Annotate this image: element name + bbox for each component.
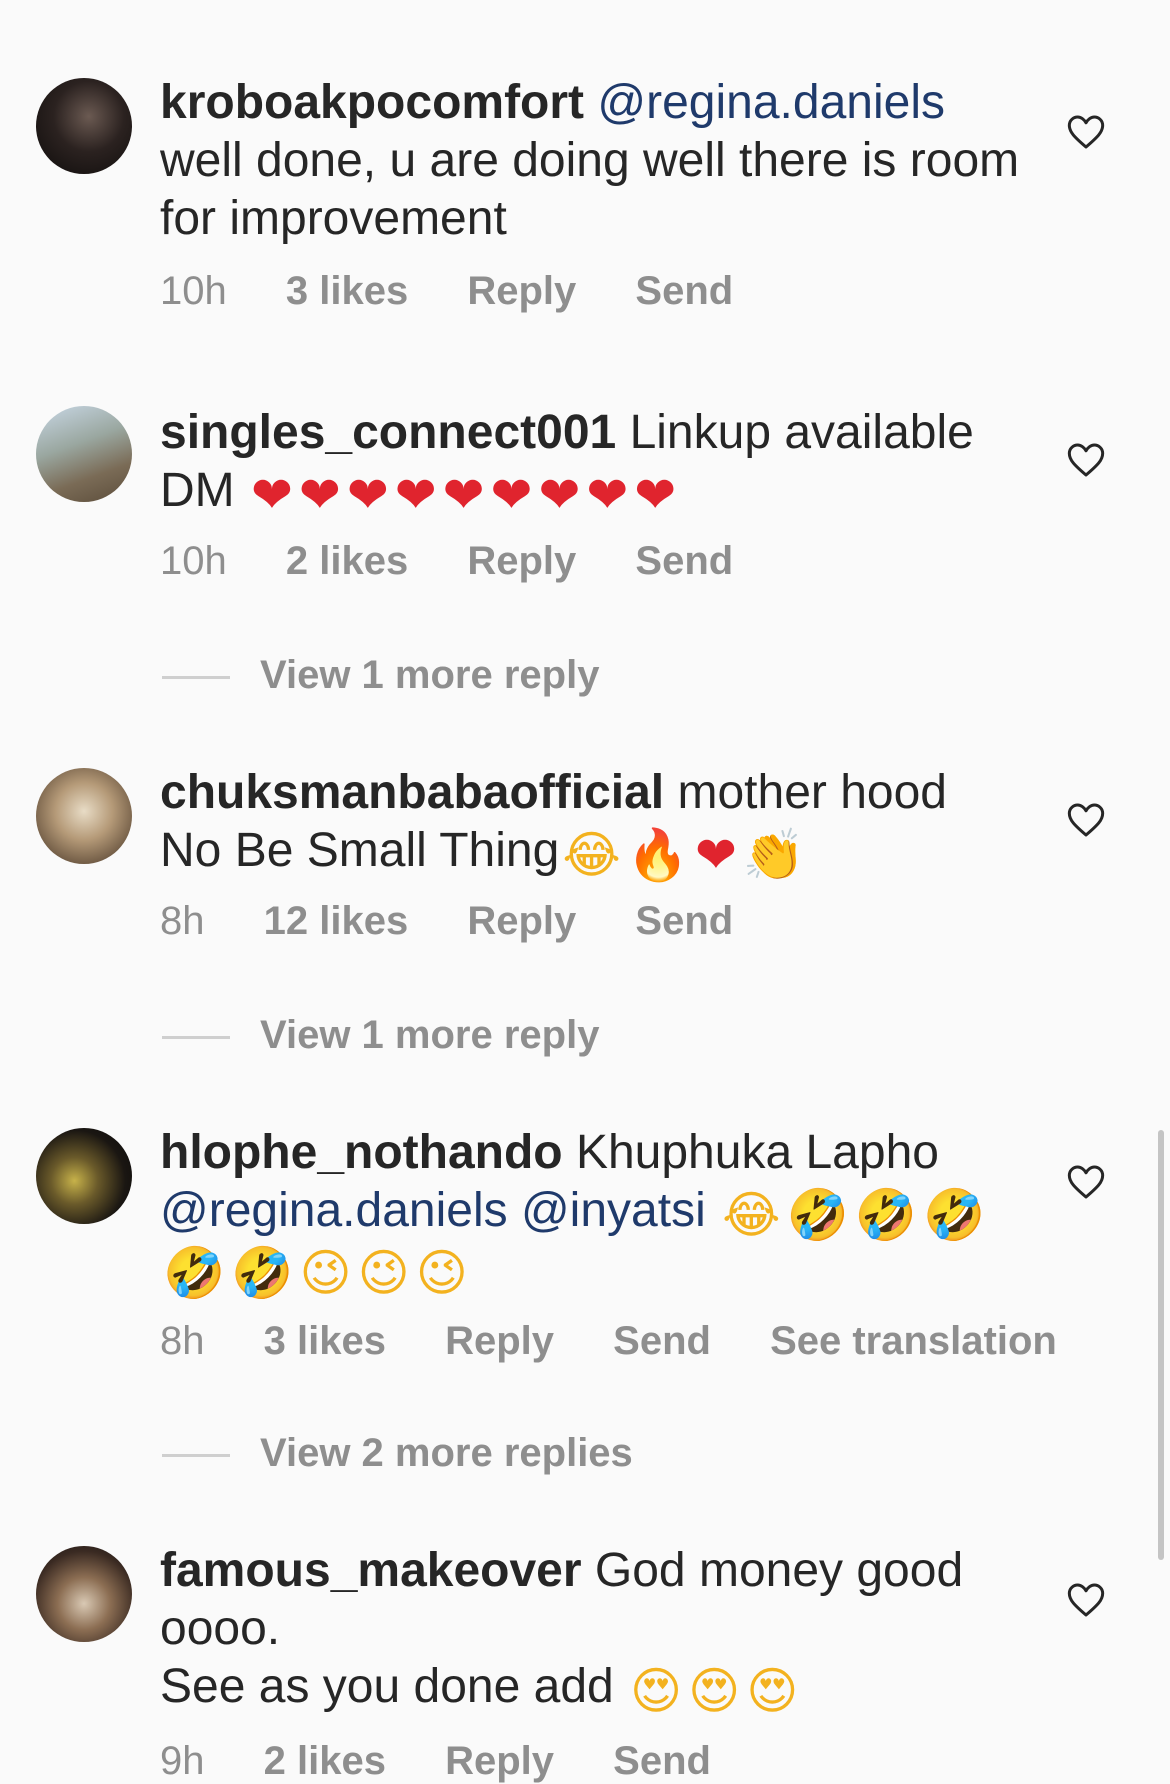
likes-count[interactable]: 12 likes (264, 899, 409, 943)
send-button[interactable]: Send (635, 539, 733, 583)
likes-count[interactable]: 3 likes (264, 1319, 386, 1363)
heart-emoji: ❤ (298, 466, 341, 524)
view-more-label: View 1 more reply (260, 653, 600, 697)
heart-emoji: ❤ (695, 826, 737, 884)
comment-time: 9h (160, 1739, 205, 1783)
likes-count[interactable]: 2 likes (264, 1739, 386, 1783)
reply-button[interactable]: Reply (467, 899, 576, 943)
avatar[interactable] (36, 1128, 132, 1224)
mention-link[interactable]: @regina.daniels (160, 1184, 508, 1237)
avatar[interactable] (36, 78, 132, 174)
heart-emoji: ❤ (538, 466, 581, 524)
reply-button[interactable]: Reply (467, 269, 576, 313)
avatar[interactable] (36, 768, 132, 864)
rofl-emoji: 🤣 (923, 1186, 986, 1244)
avatar[interactable] (36, 406, 132, 502)
reply-button[interactable]: Reply (445, 1739, 554, 1783)
rofl-emoji: 🤣 (231, 1244, 294, 1302)
heart-emoji: ❤ (442, 466, 485, 524)
comment-text: hlophe_nothando Khuphuka Lapho @regina.d… (160, 1124, 1020, 1298)
heart-emoji: ❤ (634, 466, 677, 524)
send-button[interactable]: Send (635, 269, 733, 313)
wink-emoji: 😉 (299, 1244, 352, 1302)
view-more-label: View 1 more reply (260, 1013, 600, 1057)
heart-emoji: ❤ (251, 466, 293, 524)
send-button[interactable]: Send (635, 899, 733, 943)
see-translation-button[interactable]: See translation (770, 1319, 1057, 1363)
reply-button[interactable]: Reply (467, 539, 576, 583)
heart-eyes-emoji: 😍 (688, 1662, 741, 1720)
rofl-emoji: 🤣 (854, 1186, 918, 1244)
heart-emoji: ❤ (394, 466, 437, 524)
view-more-replies[interactable]: View 1 more reply (162, 1012, 599, 1058)
heart-eyes-emoji: 😍 (746, 1662, 799, 1720)
fire-emoji: 🔥 (626, 826, 690, 884)
heart-icon[interactable] (1066, 1162, 1106, 1202)
mention-link[interactable]: @inyatsi (521, 1184, 706, 1237)
comment-meta: 9h 2 likes Reply Send (160, 1738, 759, 1784)
comment-text: singles_connect001 Linkup available DM ❤… (160, 404, 1020, 520)
laughing-emoji: 😂 (722, 1186, 781, 1244)
comment-time: 8h (160, 1319, 205, 1363)
comment-meta: 10h 2 likes Reply Send (160, 538, 781, 584)
rofl-emoji: 🤣 (786, 1186, 849, 1244)
heart-emoji: ❤ (490, 466, 533, 524)
heart-icon[interactable] (1066, 440, 1106, 480)
wink-emoji: 😉 (357, 1244, 410, 1302)
view-more-replies[interactable]: View 2 more replies (162, 1430, 633, 1476)
likes-count[interactable]: 2 likes (286, 539, 408, 583)
rofl-emoji: 🤣 (163, 1244, 226, 1302)
clap-emoji: 👏 (742, 826, 806, 884)
comment-text: famous_makeover God money good oooo. See… (160, 1542, 1020, 1716)
comment-meta: 10h 3 likes Reply Send (160, 268, 781, 314)
comment-body-line2: See as you done add (160, 1660, 614, 1713)
heart-eyes-emoji: 😍 (630, 1662, 683, 1720)
heart-icon[interactable] (1066, 1580, 1106, 1620)
comment-username[interactable]: singles_connect001 (160, 406, 616, 459)
comment-text: chuksmanbabaofficial mother hood No Be S… (160, 764, 1020, 880)
scrollbar[interactable] (1158, 1130, 1164, 1560)
likes-count[interactable]: 3 likes (286, 269, 408, 313)
divider-line (162, 675, 230, 679)
comment-time: 8h (160, 899, 205, 943)
divider-line (162, 1453, 230, 1457)
divider-line (162, 1035, 230, 1039)
laughing-emoji: 😂 (562, 826, 621, 884)
send-button[interactable]: Send (613, 1739, 711, 1783)
reply-button[interactable]: Reply (445, 1319, 554, 1363)
comment-body: well done, u are doing well there is roo… (160, 134, 1020, 245)
comment-text: kroboakpocomfort @regina.daniels well do… (160, 74, 1020, 248)
view-more-replies[interactable]: View 1 more reply (162, 652, 599, 698)
view-more-label: View 2 more replies (260, 1431, 633, 1475)
avatar[interactable] (36, 1546, 132, 1642)
send-button[interactable]: Send (613, 1319, 711, 1363)
heart-icon[interactable] (1066, 112, 1106, 152)
comment-time: 10h (160, 269, 227, 313)
comment-username[interactable]: chuksmanbabaofficial (160, 766, 664, 819)
comment-username[interactable]: famous_makeover (160, 1544, 582, 1597)
heart-icon[interactable] (1066, 800, 1106, 840)
wink-emoji: 😉 (415, 1244, 468, 1302)
mention-link[interactable]: @regina.daniels (597, 76, 945, 129)
heart-emoji: ❤ (346, 466, 389, 524)
comment-time: 10h (160, 539, 227, 583)
comment-body: Khuphuka Lapho (575, 1126, 939, 1179)
comment-username[interactable]: kroboakpocomfort (160, 76, 584, 129)
comment-username[interactable]: hlophe_nothando (160, 1126, 563, 1179)
heart-emoji: ❤ (586, 466, 629, 524)
comment-meta: 8h 3 likes Reply Send See translation (160, 1318, 1105, 1364)
comment-meta: 8h 12 likes Reply Send (160, 898, 781, 944)
